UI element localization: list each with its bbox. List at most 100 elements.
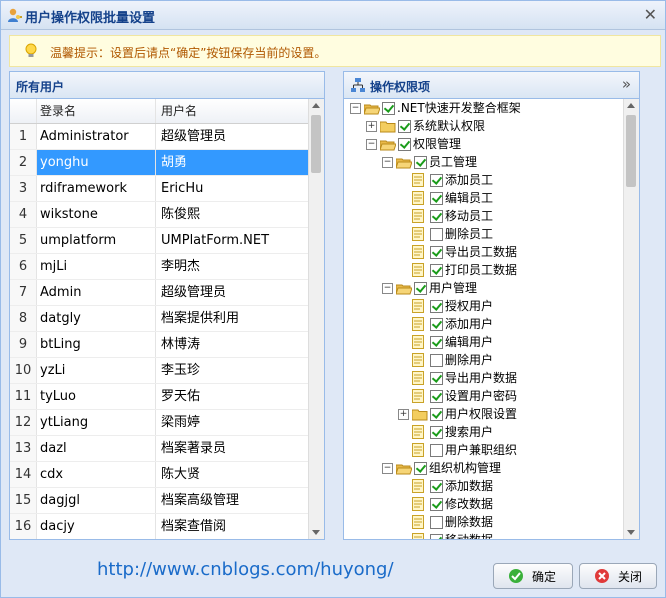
blog-url[interactable]: http://www.cnblogs.com/huyong/ — [97, 559, 394, 580]
permission-checkbox[interactable] — [430, 210, 443, 223]
tree-node[interactable]: 移动数据 — [344, 531, 623, 539]
table-row[interactable]: 15 dagjgl 档案高级管理 — [10, 488, 308, 514]
tree-node[interactable]: 添加数据 — [344, 477, 623, 495]
tree-node-label[interactable]: 用户兼职组织 — [445, 441, 517, 459]
username-cell[interactable]: 超级管理员 — [161, 124, 301, 149]
table-row[interactable]: 1 Administrator 超级管理员 — [10, 124, 308, 150]
tree-node-label[interactable]: 打印员工数据 — [445, 261, 517, 279]
login-cell[interactable]: ytLiang — [40, 410, 156, 435]
login-cell[interactable]: yonghu — [40, 150, 156, 175]
username-cell[interactable]: 陈大贤 — [161, 462, 301, 487]
collapse-icon[interactable]: − — [382, 463, 393, 474]
tree-node[interactable]: 删除用户 — [344, 351, 623, 369]
tree-node-label[interactable]: 设置用户密码 — [445, 387, 517, 405]
table-row[interactable]: 2 yonghu 胡勇 — [10, 150, 308, 176]
permission-checkbox[interactable] — [430, 444, 443, 457]
login-cell[interactable]: yzLi — [40, 358, 156, 383]
scroll-down-icon[interactable] — [312, 530, 320, 535]
table-row[interactable]: 16 dacjy 档案查借阅 — [10, 514, 308, 539]
permission-checkbox[interactable] — [398, 138, 411, 151]
tree-node[interactable]: 用户兼职组织 — [344, 441, 623, 459]
permission-checkbox[interactable] — [430, 480, 443, 493]
tree-node[interactable]: + 系统默认权限 — [344, 117, 623, 135]
permission-checkbox[interactable] — [414, 282, 427, 295]
login-cell[interactable]: Admin — [40, 280, 156, 305]
username-cell[interactable]: UMPlatForm.NET — [161, 228, 301, 253]
permission-checkbox[interactable] — [430, 228, 443, 241]
permission-checkbox[interactable] — [430, 300, 443, 313]
tree-node[interactable]: 导出员工数据 — [344, 243, 623, 261]
tree-node[interactable]: + 用户权限设置 — [344, 405, 623, 423]
permission-checkbox[interactable] — [430, 354, 443, 367]
tree-node-label[interactable]: 删除数据 — [445, 513, 493, 531]
tree-node-label[interactable]: 导出员工数据 — [445, 243, 517, 261]
tree-node-label[interactable]: .NET快速开发整合框架 — [397, 99, 521, 117]
table-row[interactable]: 8 datgly 档案提供利用 — [10, 306, 308, 332]
tree-node-label[interactable]: 添加数据 — [445, 477, 493, 495]
tree-node[interactable]: 删除数据 — [344, 513, 623, 531]
tree-node-label[interactable]: 权限管理 — [413, 135, 461, 153]
tree-node[interactable]: − 权限管理 — [344, 135, 623, 153]
scroll-up-icon[interactable] — [627, 103, 635, 108]
tree-node[interactable]: 移动员工 — [344, 207, 623, 225]
tree-node-label[interactable]: 用户管理 — [429, 279, 477, 297]
tree-node-label[interactable]: 员工管理 — [429, 153, 477, 171]
username-cell[interactable]: 梁雨婷 — [161, 410, 301, 435]
tree-node[interactable]: 授权用户 — [344, 297, 623, 315]
tree-node-label[interactable]: 修改数据 — [445, 495, 493, 513]
table-row[interactable]: 12 ytLiang 梁雨婷 — [10, 410, 308, 436]
tree-node[interactable]: 添加用户 — [344, 315, 623, 333]
tree-node-label[interactable]: 系统默认权限 — [413, 117, 485, 135]
close-button[interactable]: 关闭 — [579, 563, 657, 589]
collapse-icon[interactable]: − — [382, 157, 393, 168]
permission-checkbox[interactable] — [398, 120, 411, 133]
permission-checkbox[interactable] — [430, 264, 443, 277]
permission-checkbox[interactable] — [430, 408, 443, 421]
collapse-icon[interactable]: − — [366, 139, 377, 150]
tree-node-label[interactable]: 用户权限设置 — [445, 405, 517, 423]
tree-node-label[interactable]: 导出用户数据 — [445, 369, 517, 387]
tree-node[interactable]: 修改数据 — [344, 495, 623, 513]
table-row[interactable]: 9 btLing 林博涛 — [10, 332, 308, 358]
username-cell[interactable]: 李明杰 — [161, 254, 301, 279]
username-cell[interactable]: 胡勇 — [161, 150, 301, 175]
ok-button[interactable]: 确定 — [493, 563, 573, 589]
close-icon[interactable]: ✕ — [644, 5, 657, 24]
tree-node-label[interactable]: 搜索用户 — [445, 423, 493, 441]
permission-checkbox[interactable] — [414, 462, 427, 475]
username-cell[interactable]: 档案著录员 — [161, 436, 301, 461]
table-row[interactable]: 14 cdx 陈大贤 — [10, 462, 308, 488]
table-row[interactable]: 10 yzLi 李玉珍 — [10, 358, 308, 384]
scroll-down-icon[interactable] — [627, 530, 635, 535]
username-cell[interactable]: 档案提供利用 — [161, 306, 301, 331]
permission-checkbox[interactable] — [430, 534, 443, 539]
tree-node[interactable]: 打印员工数据 — [344, 261, 623, 279]
login-cell[interactable]: rdiframework — [40, 176, 156, 201]
permission-checkbox[interactable] — [414, 156, 427, 169]
table-row[interactable]: 13 dazl 档案著录员 — [10, 436, 308, 462]
login-cell[interactable]: dazl — [40, 436, 156, 461]
tree-node[interactable]: 删除员工 — [344, 225, 623, 243]
scroll-thumb[interactable] — [311, 115, 321, 173]
tree-node-label[interactable]: 添加用户 — [445, 315, 493, 333]
title-bar[interactable]: 用户操作权限批量设置 ✕ — [1, 1, 665, 30]
tree-node[interactable]: − 用户管理 — [344, 279, 623, 297]
username-cell[interactable]: 档案高级管理 — [161, 488, 301, 513]
collapse-icon[interactable]: − — [350, 103, 361, 114]
login-cell[interactable]: dacjy — [40, 514, 156, 539]
users-scrollbar[interactable] — [308, 99, 324, 539]
login-cell[interactable]: cdx — [40, 462, 156, 487]
tree-node-label[interactable]: 授权用户 — [445, 297, 493, 315]
tree-node-label[interactable]: 删除员工 — [445, 225, 493, 243]
username-cell[interactable]: 超级管理员 — [161, 280, 301, 305]
tree-node[interactable]: − .NET快速开发整合框架 — [344, 99, 623, 117]
tree-node[interactable]: − 组织机构管理 — [344, 459, 623, 477]
tree-node-label[interactable]: 删除用户 — [445, 351, 493, 369]
username-cell[interactable]: 李玉珍 — [161, 358, 301, 383]
tree-node-label[interactable]: 移动数据 — [445, 531, 493, 539]
expand-icon[interactable]: + — [398, 409, 409, 420]
tree-node[interactable]: 编辑用户 — [344, 333, 623, 351]
tree-node-label[interactable]: 添加员工 — [445, 171, 493, 189]
login-cell[interactable]: tyLuo — [40, 384, 156, 409]
login-cell[interactable]: wikstone — [40, 202, 156, 227]
